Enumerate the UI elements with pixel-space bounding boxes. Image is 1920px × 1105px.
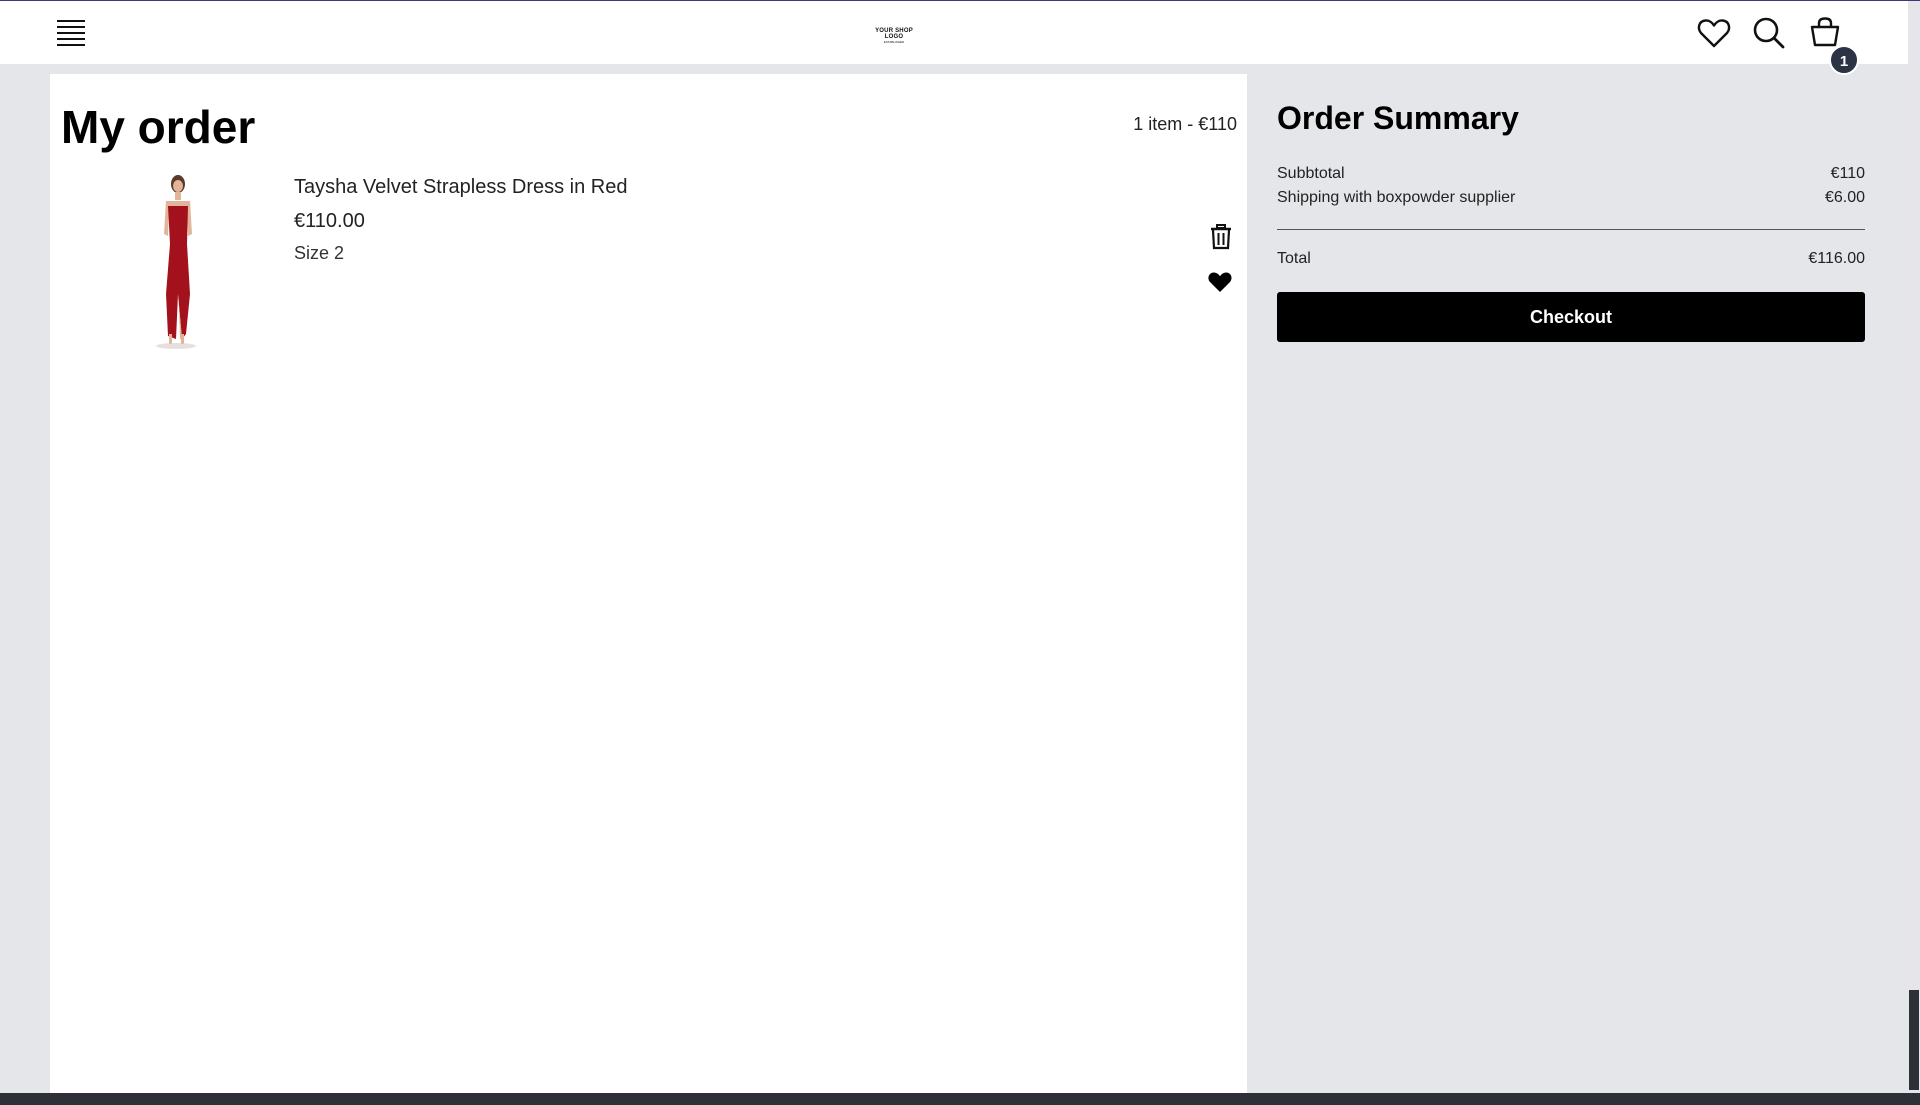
shop-logo[interactable]: YOUR SHOP LOGO ESTABLISHED — [866, 28, 922, 44]
vertical-scrollbar-track[interactable] — [1908, 1, 1920, 1093]
summary-title: Order Summary — [1277, 100, 1519, 136]
heart-icon[interactable] — [1207, 270, 1233, 294]
subtotal-value: €110 — [1830, 165, 1865, 182]
total-row: Total €116.00 — [1277, 250, 1865, 268]
order-panel: My order 1 item - €110 Taysha Velvet Str… — [50, 74, 1247, 1094]
wishlist-heart-icon[interactable] — [1696, 15, 1732, 51]
order-summary: Order Summary Subbtotal €110 Shipping wi… — [1277, 100, 1865, 342]
total-label: Total — [1277, 250, 1311, 267]
logo-subtext: ESTABLISHED — [883, 40, 905, 44]
horizontal-scrollbar[interactable] — [0, 1093, 1920, 1105]
order-item-count: 1 item - €110 — [1133, 114, 1237, 134]
menu-icon[interactable] — [57, 20, 87, 46]
site-header: YOUR SHOP LOGO ESTABLISHED — [0, 1, 1908, 64]
cart-count-badge: 1 — [1829, 45, 1859, 75]
total-value: €116.00 — [1808, 250, 1865, 267]
product-image[interactable] — [140, 174, 212, 350]
product-name[interactable]: Taysha Velvet Strapless Dress in Red — [294, 176, 628, 199]
checkout-button[interactable]: Checkout — [1277, 292, 1865, 342]
product-price: €110.00 — [294, 210, 365, 232]
shipping-row: Shipping with boxpowder supplier €6.00 — [1277, 189, 1865, 207]
trash-icon[interactable] — [1209, 224, 1233, 250]
shipping-value: €6.00 — [1824, 189, 1865, 206]
vertical-scrollbar-thumb[interactable] — [1909, 990, 1919, 1090]
summary-divider — [1277, 229, 1865, 230]
subtotal-row: Subbtotal €110 — [1277, 165, 1865, 183]
product-size: Size 2 — [294, 243, 345, 263]
subtotal-label: Subbtotal — [1277, 165, 1345, 182]
search-icon[interactable] — [1751, 15, 1787, 51]
shipping-label: Shipping with boxpowder supplier — [1277, 189, 1516, 206]
logo-text: YOUR SHOP LOGO — [875, 28, 913, 40]
page-title: My order — [61, 101, 256, 153]
